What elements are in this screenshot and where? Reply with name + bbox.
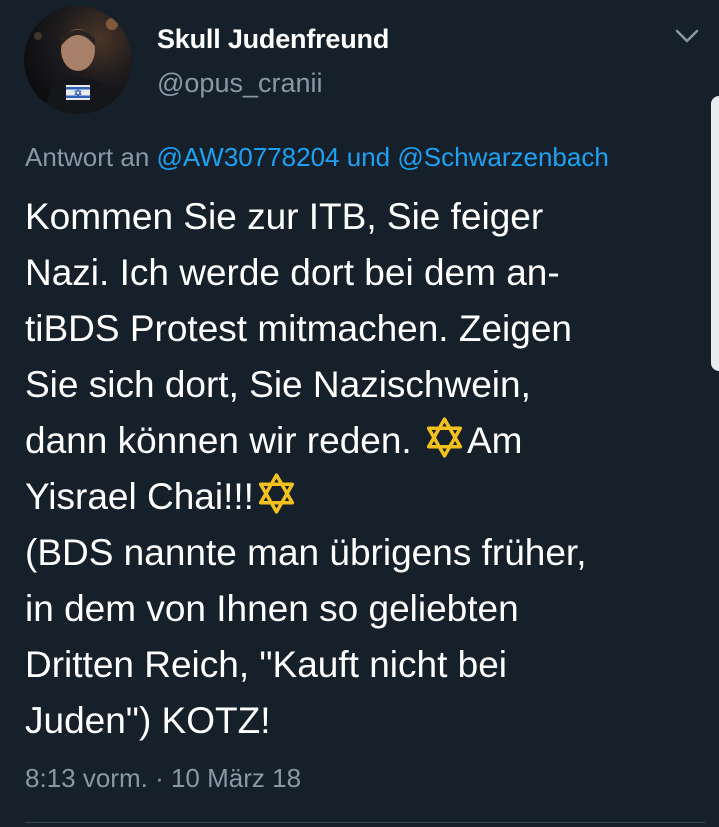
star-of-david-icon [258,473,295,514]
divider [25,822,705,823]
tweet-text: Kommen Sie zur ITB, Sie feiger Nazi. Ich… [25,189,685,749]
mention-link[interactable]: @AW30778204 [157,142,340,172]
mention-link[interactable]: @Schwarzenbach [397,142,608,172]
tweet-line: in dem von Ihnen so geliebten [25,588,519,629]
tweet-line: dann können wir reden. Am [25,413,685,469]
timestamp[interactable]: 8:13 vorm. · 10 März 18 [25,763,301,794]
display-name[interactable]: Skull Judenfreund [157,24,389,55]
tweet-card: Skull Judenfreund @opus_cranii Antwort a… [0,0,719,827]
avatar-image [24,6,132,114]
avatar[interactable] [24,6,132,114]
tweet-line: tiBDS Protest mitmachen. Zeigen [25,308,572,349]
tweet-line: Dritten Reich, "Kauft nicht bei [25,644,508,685]
reply-connector: und [346,142,391,172]
user-handle[interactable]: @opus_cranii [157,68,323,99]
tweet-line: (BDS nannte man übrigens früher, [25,532,587,573]
tweet-text-segment: dann können wir reden. [25,420,412,461]
tweet-line: Juden") KOTZ! [25,700,271,741]
tweet-text-segment: Am [467,420,523,461]
tweet-text-segment: Yisrael Chai!!! [25,476,254,517]
star-of-david-icon [426,417,463,458]
tweet-date: 10 März 18 [170,763,302,793]
tweet-line: Kommen Sie zur ITB, Sie feiger [25,196,544,237]
reply-context: Antwort an @AW30778204 und @Schwarzenbac… [25,142,609,173]
reply-prefix: Antwort an [25,142,150,172]
scrollbar[interactable] [711,96,719,371]
meta-separator: · [155,763,164,793]
tweet-line: Nazi. Ich werde dort bei dem an- [25,252,560,293]
chevron-down-icon[interactable] [672,24,702,48]
tweet-time: 8:13 vorm. [25,763,148,793]
tweet-line: Yisrael Chai!!! [25,469,685,525]
tweet-line: Sie sich dort, Sie Nazischwein, [25,364,531,405]
